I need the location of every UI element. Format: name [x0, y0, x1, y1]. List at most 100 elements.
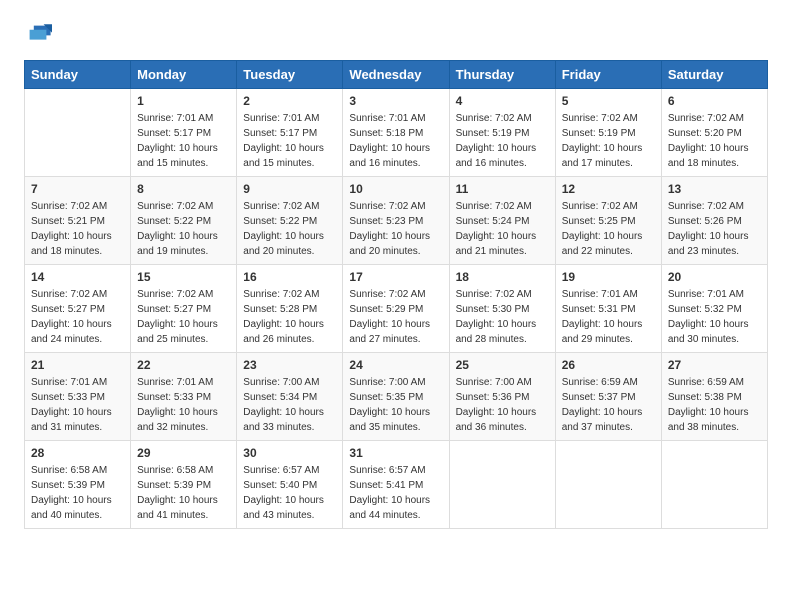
calendar-week-4: 21 Sunrise: 7:01 AM Sunset: 5:33 PM Dayli…	[25, 353, 768, 441]
day-number: 15	[137, 270, 230, 284]
calendar-cell: 16 Sunrise: 7:02 AM Sunset: 5:28 PM Dayli…	[237, 265, 343, 353]
day-info: Sunrise: 6:58 AM Sunset: 5:39 PM Dayligh…	[31, 463, 124, 523]
day-number: 17	[349, 270, 442, 284]
day-number: 5	[562, 94, 655, 108]
day-info: Sunrise: 7:01 AM Sunset: 5:33 PM Dayligh…	[137, 375, 230, 435]
day-info: Sunrise: 7:00 AM Sunset: 5:35 PM Dayligh…	[349, 375, 442, 435]
day-number: 6	[668, 94, 761, 108]
calendar-cell: 25 Sunrise: 7:00 AM Sunset: 5:36 PM Dayli…	[449, 353, 555, 441]
day-info: Sunrise: 6:57 AM Sunset: 5:40 PM Dayligh…	[243, 463, 336, 523]
day-info: Sunrise: 7:02 AM Sunset: 5:30 PM Dayligh…	[456, 287, 549, 347]
calendar-week-1: 1 Sunrise: 7:01 AM Sunset: 5:17 PM Daylig…	[25, 89, 768, 177]
day-number: 27	[668, 358, 761, 372]
day-number: 22	[137, 358, 230, 372]
calendar-week-5: 28Sunrise: 6:58 AM Sunset: 5:39 PM Dayli…	[25, 441, 768, 529]
day-info: Sunrise: 6:57 AM Sunset: 5:41 PM Dayligh…	[349, 463, 442, 523]
page-header	[24, 20, 768, 48]
calendar-cell: 27 Sunrise: 6:59 AM Sunset: 5:38 PM Dayli…	[661, 353, 767, 441]
day-info: Sunrise: 7:01 AM Sunset: 5:17 PM Dayligh…	[137, 111, 230, 171]
day-number: 11	[456, 182, 549, 196]
day-info: Sunrise: 7:02 AM Sunset: 5:21 PM Dayligh…	[31, 199, 124, 259]
calendar-cell: 30 Sunrise: 6:57 AM Sunset: 5:40 PM Dayli…	[237, 441, 343, 529]
header-wednesday: Wednesday	[343, 61, 449, 89]
day-info: Sunrise: 7:02 AM Sunset: 5:27 PM Dayligh…	[31, 287, 124, 347]
calendar-cell: 22 Sunrise: 7:01 AM Sunset: 5:33 PM Dayli…	[131, 353, 237, 441]
calendar-cell: 9 Sunrise: 7:02 AM Sunset: 5:22 PM Daylig…	[237, 177, 343, 265]
day-number: 13	[668, 182, 761, 196]
calendar-cell	[449, 441, 555, 529]
day-number: 7	[31, 182, 124, 196]
day-info: Sunrise: 7:02 AM Sunset: 5:22 PM Dayligh…	[243, 199, 336, 259]
day-number: 10	[349, 182, 442, 196]
day-info: Sunrise: 7:02 AM Sunset: 5:23 PM Dayligh…	[349, 199, 442, 259]
calendar-header-row: SundayMondayTuesdayWednesdayThursdayFrid…	[25, 61, 768, 89]
calendar-cell: 5 Sunrise: 7:02 AM Sunset: 5:19 PM Daylig…	[555, 89, 661, 177]
calendar-cell: 29 Sunrise: 6:58 AM Sunset: 5:39 PM Dayli…	[131, 441, 237, 529]
day-number: 26	[562, 358, 655, 372]
day-info: Sunrise: 7:02 AM Sunset: 5:19 PM Dayligh…	[562, 111, 655, 171]
logo	[24, 20, 56, 48]
day-info: Sunrise: 7:02 AM Sunset: 5:26 PM Dayligh…	[668, 199, 761, 259]
day-info: Sunrise: 7:02 AM Sunset: 5:22 PM Dayligh…	[137, 199, 230, 259]
calendar-cell	[555, 441, 661, 529]
header-tuesday: Tuesday	[237, 61, 343, 89]
calendar-cell: 3 Sunrise: 7:01 AM Sunset: 5:18 PM Daylig…	[343, 89, 449, 177]
calendar-cell: 11 Sunrise: 7:02 AM Sunset: 5:24 PM Dayli…	[449, 177, 555, 265]
calendar-cell: 17Sunrise: 7:02 AM Sunset: 5:29 PM Dayli…	[343, 265, 449, 353]
calendar-cell: 18Sunrise: 7:02 AM Sunset: 5:30 PM Dayli…	[449, 265, 555, 353]
day-info: Sunrise: 7:01 AM Sunset: 5:17 PM Dayligh…	[243, 111, 336, 171]
calendar-week-2: 7 Sunrise: 7:02 AM Sunset: 5:21 PM Daylig…	[25, 177, 768, 265]
day-info: Sunrise: 6:59 AM Sunset: 5:38 PM Dayligh…	[668, 375, 761, 435]
calendar-cell: 20 Sunrise: 7:01 AM Sunset: 5:32 PM Dayli…	[661, 265, 767, 353]
calendar-cell: 13 Sunrise: 7:02 AM Sunset: 5:26 PM Dayli…	[661, 177, 767, 265]
day-info: Sunrise: 7:02 AM Sunset: 5:20 PM Dayligh…	[668, 111, 761, 171]
day-number: 16	[243, 270, 336, 284]
day-number: 29	[137, 446, 230, 460]
calendar-cell: 8Sunrise: 7:02 AM Sunset: 5:22 PM Daylig…	[131, 177, 237, 265]
calendar-cell: 4Sunrise: 7:02 AM Sunset: 5:19 PM Daylig…	[449, 89, 555, 177]
header-thursday: Thursday	[449, 61, 555, 89]
header-sunday: Sunday	[25, 61, 131, 89]
calendar-cell: 10 Sunrise: 7:02 AM Sunset: 5:23 PM Dayli…	[343, 177, 449, 265]
day-number: 12	[562, 182, 655, 196]
header-saturday: Saturday	[661, 61, 767, 89]
calendar-cell: 31Sunrise: 6:57 AM Sunset: 5:41 PM Dayli…	[343, 441, 449, 529]
day-info: Sunrise: 7:02 AM Sunset: 5:24 PM Dayligh…	[456, 199, 549, 259]
calendar-week-3: 14 Sunrise: 7:02 AM Sunset: 5:27 PM Dayli…	[25, 265, 768, 353]
day-number: 25	[456, 358, 549, 372]
day-number: 23	[243, 358, 336, 372]
day-number: 1	[137, 94, 230, 108]
calendar-table: SundayMondayTuesdayWednesdayThursdayFrid…	[24, 60, 768, 529]
calendar-cell: 12Sunrise: 7:02 AM Sunset: 5:25 PM Dayli…	[555, 177, 661, 265]
day-info: Sunrise: 6:58 AM Sunset: 5:39 PM Dayligh…	[137, 463, 230, 523]
day-number: 2	[243, 94, 336, 108]
calendar-cell: 15 Sunrise: 7:02 AM Sunset: 5:27 PM Dayli…	[131, 265, 237, 353]
calendar-cell: 28Sunrise: 6:58 AM Sunset: 5:39 PM Dayli…	[25, 441, 131, 529]
day-info: Sunrise: 7:00 AM Sunset: 5:36 PM Dayligh…	[456, 375, 549, 435]
day-info: Sunrise: 7:00 AM Sunset: 5:34 PM Dayligh…	[243, 375, 336, 435]
day-number: 21	[31, 358, 124, 372]
calendar-cell	[25, 89, 131, 177]
day-number: 19	[562, 270, 655, 284]
day-info: Sunrise: 7:01 AM Sunset: 5:18 PM Dayligh…	[349, 111, 442, 171]
calendar-cell: 19Sunrise: 7:01 AM Sunset: 5:31 PM Dayli…	[555, 265, 661, 353]
day-info: Sunrise: 7:02 AM Sunset: 5:28 PM Dayligh…	[243, 287, 336, 347]
day-info: Sunrise: 7:02 AM Sunset: 5:27 PM Dayligh…	[137, 287, 230, 347]
day-number: 30	[243, 446, 336, 460]
day-info: Sunrise: 7:02 AM Sunset: 5:19 PM Dayligh…	[456, 111, 549, 171]
calendar-cell: 21 Sunrise: 7:01 AM Sunset: 5:33 PM Dayli…	[25, 353, 131, 441]
calendar-cell	[661, 441, 767, 529]
day-info: Sunrise: 6:59 AM Sunset: 5:37 PM Dayligh…	[562, 375, 655, 435]
day-number: 3	[349, 94, 442, 108]
day-info: Sunrise: 7:01 AM Sunset: 5:32 PM Dayligh…	[668, 287, 761, 347]
calendar-cell: 1 Sunrise: 7:01 AM Sunset: 5:17 PM Daylig…	[131, 89, 237, 177]
header-monday: Monday	[131, 61, 237, 89]
day-number: 20	[668, 270, 761, 284]
calendar-cell: 14 Sunrise: 7:02 AM Sunset: 5:27 PM Dayli…	[25, 265, 131, 353]
day-info: Sunrise: 7:01 AM Sunset: 5:33 PM Dayligh…	[31, 375, 124, 435]
calendar-cell: 7 Sunrise: 7:02 AM Sunset: 5:21 PM Daylig…	[25, 177, 131, 265]
day-number: 9	[243, 182, 336, 196]
day-number: 14	[31, 270, 124, 284]
logo-icon	[24, 20, 52, 48]
calendar-cell: 23 Sunrise: 7:00 AM Sunset: 5:34 PM Dayli…	[237, 353, 343, 441]
